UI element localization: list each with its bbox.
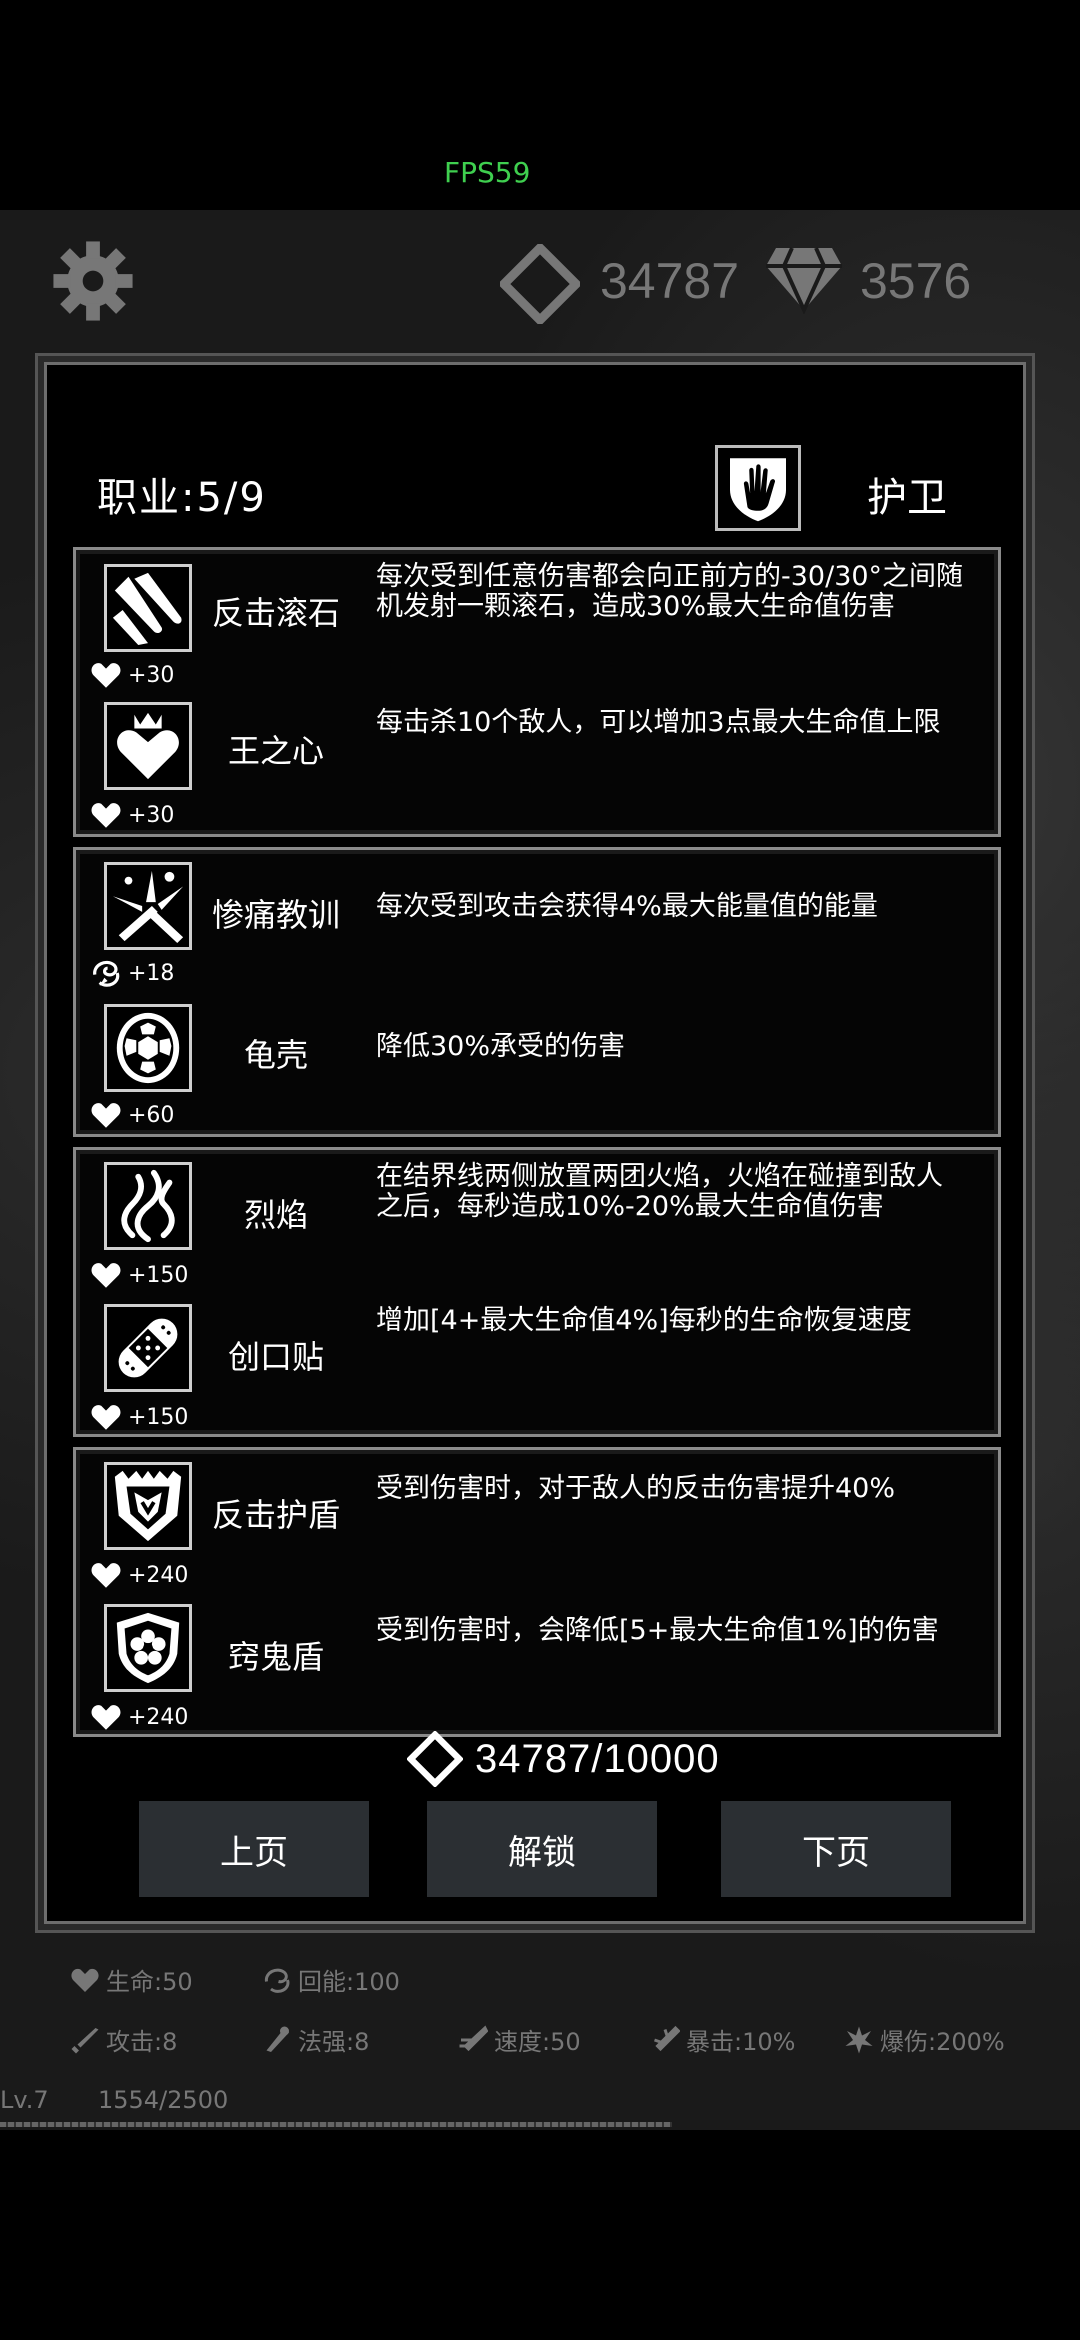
sword-icon: [71, 2027, 99, 2053]
turtle-shell-icon: [104, 1004, 192, 1092]
flower-shield-icon: [104, 1604, 192, 1692]
skill-row[interactable]: +60 龟壳 降低30%承受的伤害: [76, 992, 998, 1132]
diamond-count: 3576: [860, 253, 972, 309]
settings-gear-icon[interactable]: [50, 238, 136, 324]
crowned-heart-icon: [104, 702, 192, 790]
skill-description: 每次受到任意伤害都会向正前方的-30/30°之间随机发射一颗滚石，造成30%最大…: [376, 561, 964, 622]
skill-row[interactable]: +150 烈焰 在结界线两侧放置两团火焰，火焰在碰撞到敌人之后，每秒造成10%-…: [76, 1150, 998, 1290]
skill-name: 惨痛教训: [211, 896, 340, 934]
exp-bar: [0, 2122, 672, 2127]
skill-bonus: +150: [90, 1402, 188, 1432]
skill-bonus: +18: [90, 958, 174, 988]
burst-icon: [845, 2026, 873, 2053]
bandage-icon: [104, 1304, 192, 1392]
heart-icon: [91, 1705, 121, 1730]
skill-description: 受到伤害时，对于敌人的反击伤害提升40%: [376, 1473, 896, 1504]
heart-icon: [91, 663, 121, 688]
skill-description: 每击杀10个敌人，可以增加3点最大生命值上限: [376, 707, 941, 738]
skill-name: 龟壳: [243, 1036, 308, 1074]
player-exp: 1554/2500: [98, 2086, 229, 2114]
flame-icon: [104, 1162, 192, 1250]
skill-row[interactable]: +150 创口贴 增加[4+最大生命值4%]每秒的生命恢复速度: [76, 1292, 998, 1432]
heart-icon: [71, 1968, 99, 1992]
skill-description: 降低30%承受的伤害: [376, 1031, 626, 1062]
skill-description: 每次受到攻击会获得4%最大能量值的能量: [376, 891, 878, 922]
heart-icon: [91, 1263, 121, 1288]
skill-row[interactable]: +240 窍鬼盾 受到伤害时，会降低[5+最大生命值1%]的伤害: [76, 1592, 998, 1732]
energy-swirl-icon: [93, 960, 120, 987]
stat-energy: 回能:100: [262, 1962, 400, 1997]
diamond-icon: [764, 244, 844, 315]
gem-icon: [497, 241, 583, 327]
skill-row[interactable]: +30 王之心 每击杀10个敌人，可以增加3点最大生命值上限: [76, 692, 998, 832]
player-level: Lv.7: [0, 2086, 49, 2114]
skill-bonus: +150: [90, 1260, 188, 1290]
stat-crit-damage: 爆伤:200%: [844, 2022, 1005, 2057]
heart-icon: [91, 1563, 121, 1588]
profession-panel: 职业:5/9 护卫 +30 反击滚石 每次受到任意伤害都会向正前方的-30/30…: [44, 362, 1026, 1924]
shatter-bone-icon: [104, 862, 192, 950]
skill-description: 受到伤害时，会降低[5+最大生命值1%]的伤害: [376, 1615, 939, 1646]
heart-icon: [91, 1405, 121, 1430]
stat-magic: 法强:8: [262, 2022, 369, 2057]
skill-row[interactable]: +30 反击滚石 每次受到任意伤害都会向正前方的-30/30°之间随机发射一颗滚…: [76, 550, 998, 690]
profession-name: 护卫: [867, 475, 947, 521]
skill-row[interactable]: +18 惨痛教训 每次受到攻击会获得4%最大能量值的能量: [76, 850, 998, 990]
crit-icon: [654, 2025, 680, 2051]
stat-speed: 速度:50: [458, 2022, 581, 2057]
heart-icon: [91, 1103, 121, 1128]
skill-name: 窍鬼盾: [227, 1638, 324, 1676]
next-page-button[interactable]: 下页: [721, 1801, 951, 1897]
gem-count: 34787: [600, 253, 740, 309]
rock-streak-icon: [104, 564, 192, 652]
heart-icon: [91, 803, 121, 828]
skill-bonus: +240: [90, 1702, 188, 1732]
dash-icon: [459, 2025, 488, 2051]
unlock-button[interactable]: 解锁: [427, 1801, 657, 1897]
skill-name: 王之心: [227, 732, 324, 770]
energy-swirl-icon: [264, 1968, 290, 1993]
skill-description: 在结界线两侧放置两团火焰，火焰在碰撞到敌人之后，每秒造成10%-20%最大生命值…: [376, 1161, 943, 1222]
skill-name: 反击滚石: [211, 594, 340, 632]
spiked-shield-icon: [104, 1462, 192, 1550]
skill-description: 增加[4+最大生命值4%]每秒的生命恢复速度: [376, 1305, 912, 1336]
profession-counter: 职业:5/9: [97, 475, 267, 521]
skill-name: 烈焰: [243, 1196, 308, 1234]
skill-row[interactable]: +240 反击护盾 受到伤害时，对于敌人的反击伤害提升40%: [76, 1450, 998, 1590]
unlock-cost: 34787/10000: [407, 1731, 720, 1787]
skill-bonus: +30: [90, 660, 174, 690]
fps-counter: FPS59: [444, 156, 531, 189]
skill-bonus: +60: [90, 1100, 174, 1130]
skill-bonus: +240: [90, 1560, 188, 1590]
stat-attack: 攻击:8: [70, 2022, 177, 2057]
staff-icon: [266, 2026, 289, 2052]
stat-crit: 暴击:10%: [650, 2022, 795, 2057]
prev-page-button[interactable]: 上页: [139, 1801, 369, 1897]
gem-icon: [407, 1731, 463, 1787]
guard-hand-icon: [715, 445, 801, 531]
skill-group-2: +18 惨痛教训 每次受到攻击会获得4%最大能量值的能量 +60 龟壳 降低30…: [73, 847, 1001, 1137]
skill-group-3: +150 烈焰 在结界线两侧放置两团火焰，火焰在碰撞到敌人之后，每秒造成10%-…: [73, 1147, 1001, 1437]
skill-bonus: +30: [90, 800, 174, 830]
stat-hp: 生命:50: [70, 1962, 193, 1997]
skill-group-4: +240 反击护盾 受到伤害时，对于敌人的反击伤害提升40% +240 窍鬼盾 …: [73, 1447, 1001, 1737]
skill-name: 反击护盾: [211, 1496, 340, 1534]
skill-group-1: +30 反击滚石 每次受到任意伤害都会向正前方的-30/30°之间随机发射一颗滚…: [73, 547, 1001, 837]
skill-name: 创口贴: [227, 1338, 324, 1376]
